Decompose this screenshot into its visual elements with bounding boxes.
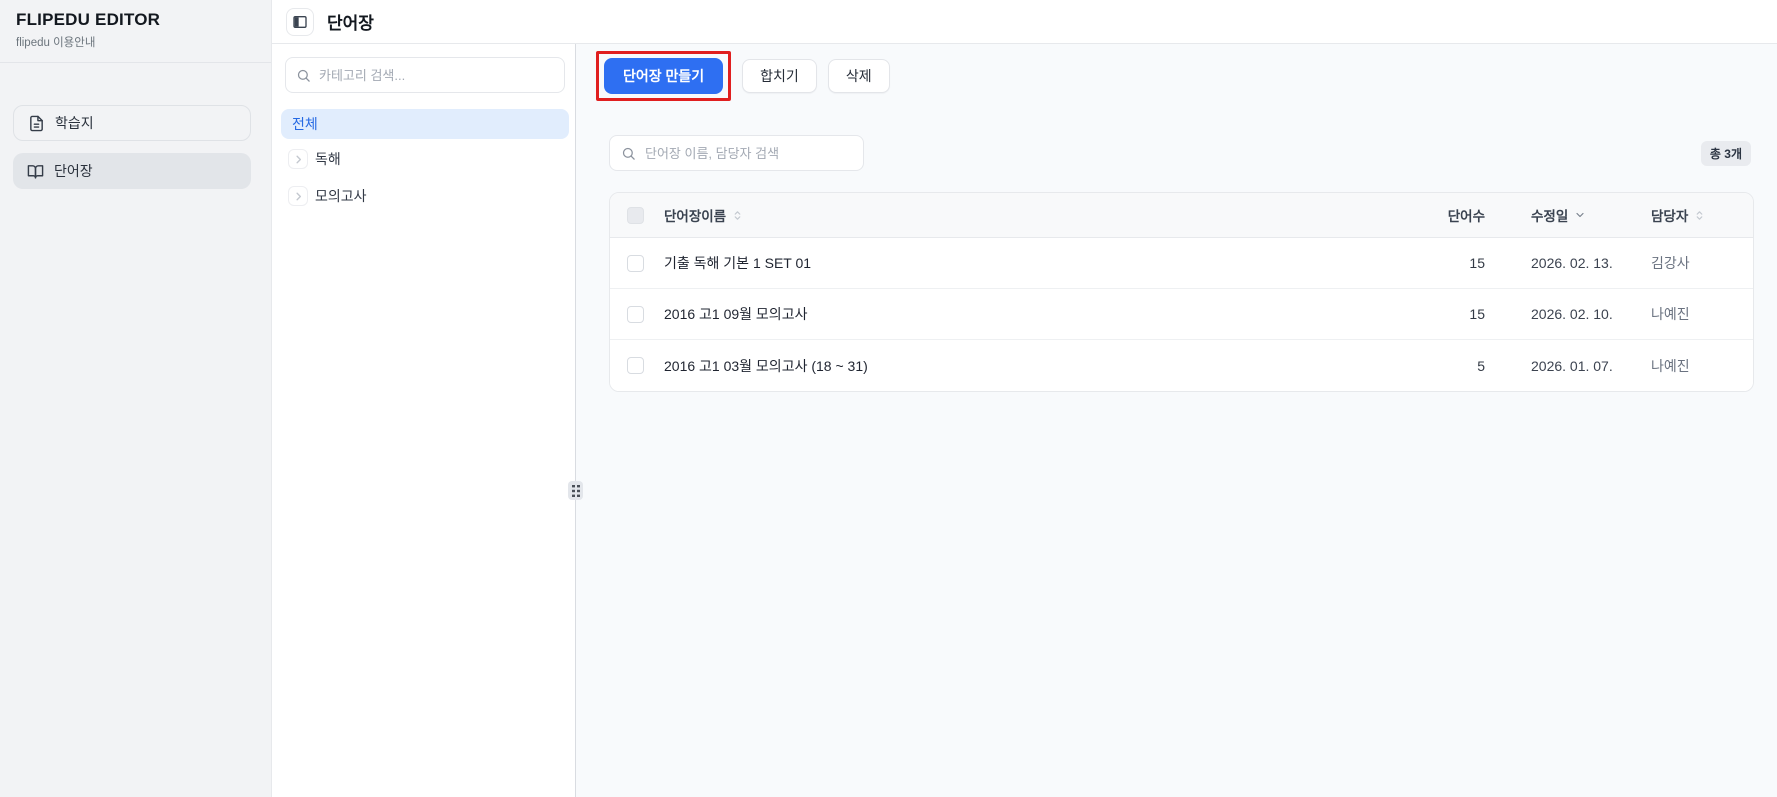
sidebar-item-worksheets[interactable]: 학습지 — [13, 105, 251, 141]
expand-button[interactable] — [288, 149, 308, 169]
wordbook-name[interactable]: 2016 고1 03월 모의고사 (18 ~ 31) — [664, 356, 868, 376]
category-panel: 전체 독해 — [272, 44, 583, 797]
app-title: FLIPEDU EDITOR — [16, 10, 161, 29]
modified-date: 2026. 01. 07. — [1531, 357, 1613, 374]
wordbook-table: 단어장이름 단어수 수정일 담당자 기출 독해 기본 1 SET 01 15 2… — [609, 192, 1754, 392]
content-column: 단어장 전체 — [272, 0, 1777, 797]
modified-date: 2026. 02. 10. — [1531, 306, 1613, 322]
manager-name: 김강사 — [1651, 255, 1690, 271]
table-row[interactable]: 2016 고1 03월 모의고사 (18 ~ 31) 5 2026. 01. 0… — [610, 340, 1753, 391]
annotation-highlight-box: 단어장 만들기 — [596, 51, 732, 101]
wordbook-name[interactable]: 기출 독해 기본 1 SET 01 — [664, 253, 811, 273]
sidebar-header: FLIPEDU EDITOR flipedu 이용안내 — [0, 0, 271, 63]
wordbook-name[interactable]: 2016 고1 09월 모의고사 — [664, 304, 807, 324]
page-header: 단어장 — [272, 0, 1777, 44]
table-controls: 총 3개 — [609, 135, 1751, 171]
word-count: 15 — [1469, 255, 1485, 271]
row-checkbox[interactable] — [627, 305, 644, 323]
column-header-modified[interactable]: 수정일 — [1493, 205, 1638, 225]
sidebar-nav: 학습지 단어장 — [0, 63, 271, 189]
main-content: 단어장 만들기 합치기 삭제 총 3개 — [576, 44, 1777, 797]
chevron-right-icon — [293, 154, 304, 165]
grip-dots-icon — [571, 484, 580, 497]
create-wordbook-button[interactable]: 단어장 만들기 — [604, 58, 724, 94]
sidebar-item-wordbooks[interactable]: 단어장 — [13, 153, 251, 189]
row-checkbox[interactable] — [627, 357, 644, 374]
modified-date: 2026. 02. 13. — [1531, 255, 1613, 271]
column-header-word-count[interactable]: 단어수 — [1403, 205, 1493, 225]
wordbook-open-book-icon — [27, 163, 44, 180]
app-window: FLIPEDU EDITOR flipedu 이용안내 학습지 단어장 단어장 … — [0, 0, 1777, 797]
panel-left-icon — [292, 14, 308, 30]
chevron-right-icon — [293, 191, 304, 202]
row-checkbox[interactable] — [627, 254, 644, 272]
panel-resize-handle[interactable] — [568, 481, 583, 500]
manager-name: 나예진 — [1651, 357, 1690, 374]
select-all-checkbox[interactable] — [627, 206, 644, 224]
header-checkbox-cell — [610, 206, 660, 224]
worksheet-file-icon — [28, 115, 45, 132]
chevrons-up-down-icon — [1694, 210, 1705, 221]
sidebar-item-label: 학습지 — [55, 115, 94, 131]
manager-name: 나예진 — [1651, 306, 1690, 322]
sidebar-item-label: 단어장 — [54, 163, 93, 179]
word-count: 5 — [1477, 357, 1485, 374]
search-icon — [621, 146, 636, 161]
sidebar: FLIPEDU EDITOR flipedu 이용안내 학습지 단어장 — [0, 0, 272, 797]
toolbar: 단어장 만들기 합치기 삭제 — [596, 51, 1777, 101]
wordbook-search-input[interactable] — [645, 145, 852, 161]
column-header-manager[interactable]: 담당자 — [1638, 205, 1753, 225]
word-count: 15 — [1469, 306, 1485, 322]
chevron-down-icon — [1574, 209, 1586, 221]
total-count-badge: 총 3개 — [1700, 140, 1751, 166]
app-subtitle[interactable]: flipedu 이용안내 — [16, 34, 255, 50]
body-row: 전체 독해 — [272, 44, 1777, 797]
category-search-box — [285, 57, 565, 93]
delete-button[interactable]: 삭제 — [827, 59, 890, 93]
category-item-label: 독해 — [315, 151, 341, 167]
table-row[interactable]: 2016 고1 09월 모의고사 15 2026. 02. 10. 나예진 — [610, 289, 1753, 340]
category-item-label: 모의고사 — [315, 188, 367, 204]
sidebar-toggle-button[interactable] — [286, 7, 314, 36]
column-header-name[interactable]: 단어장이름 — [660, 205, 1403, 225]
expand-button[interactable] — [288, 186, 308, 206]
merge-button[interactable]: 합치기 — [742, 59, 817, 93]
search-icon — [296, 68, 311, 83]
wordbook-search-box — [609, 135, 864, 171]
category-item-all[interactable]: 전체 — [281, 109, 569, 139]
category-item-reading[interactable]: 독해 — [285, 142, 565, 176]
page-title: 단어장 — [327, 14, 374, 33]
table-header-row: 단어장이름 단어수 수정일 담당자 — [610, 193, 1753, 238]
table-row[interactable]: 기출 독해 기본 1 SET 01 15 2026. 02. 13. 김강사 — [610, 238, 1753, 289]
category-search-input[interactable] — [319, 67, 554, 83]
category-item-mock-exam[interactable]: 모의고사 — [285, 179, 565, 213]
chevrons-up-down-icon — [732, 210, 743, 221]
